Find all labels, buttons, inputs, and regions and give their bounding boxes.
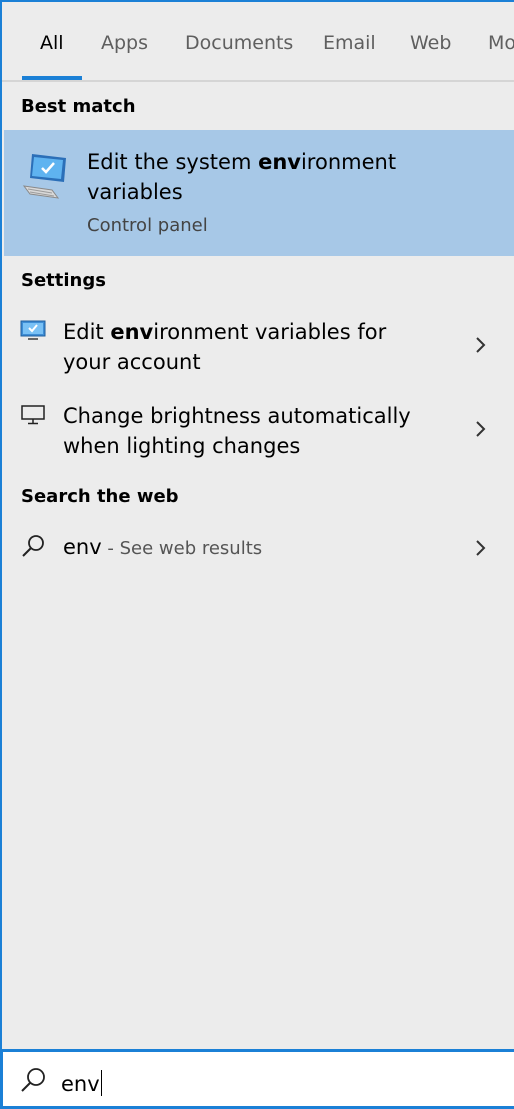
system-properties-icon [22,154,66,199]
best-match-subtitle: Control panel [87,215,208,236]
monitor-icon [20,320,46,340]
text-caret [100,1070,102,1096]
section-search-web: Search the web [21,486,179,507]
search-input[interactable]: env [61,1070,102,1096]
section-best-match: Best match [21,96,136,117]
search-panel: All Apps Documents Email Web Mo Best mat… [0,0,514,1109]
search-box[interactable]: env [0,1049,514,1109]
web-result-label: env - See web results [63,535,263,559]
tab-more[interactable]: Mo [488,32,514,54]
tab-documents[interactable]: Documents [185,32,293,54]
section-settings: Settings [21,270,106,291]
chevron-right-icon[interactable] [474,420,488,438]
tab-web[interactable]: Web [410,32,451,54]
display-icon [21,405,45,425]
chevron-right-icon[interactable] [474,539,488,557]
tab-apps[interactable]: Apps [101,32,148,54]
web-result-item[interactable]: env - See web results [4,528,514,568]
settings-item-label: Edit environment variables for your acco… [63,320,387,374]
active-tab-indicator [22,76,82,80]
best-match-title: Edit the system environment variables [87,150,397,204]
chevron-right-icon[interactable] [474,336,488,354]
best-match-item[interactable]: Edit the system environment variables Co… [4,130,514,256]
search-icon [21,1068,45,1092]
tab-all[interactable]: All [40,32,64,54]
filter-tabs: All Apps Documents Email Web Mo [2,2,514,82]
tab-email[interactable]: Email [323,32,376,54]
settings-item-brightness[interactable]: Change brightness automatically when lig… [4,398,514,468]
search-icon [22,535,44,557]
settings-item-label: Change brightness automatically when lig… [63,404,411,458]
settings-item-env-vars[interactable]: Edit environment variables for your acco… [4,314,514,384]
